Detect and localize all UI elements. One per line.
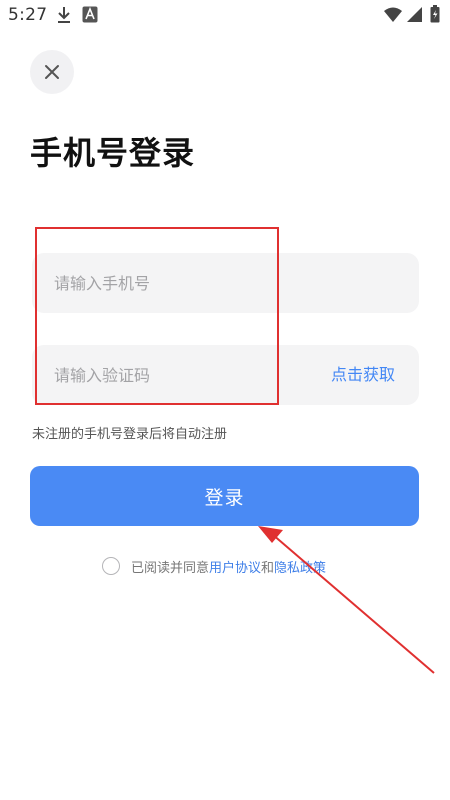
app-notification-icon xyxy=(82,6,98,27)
agreement-and: 和 xyxy=(261,560,275,576)
wifi-icon xyxy=(384,7,402,26)
user-agreement-link[interactable]: 用户协议 xyxy=(209,557,261,576)
agreement-prefix: 已阅读并同意 xyxy=(131,560,210,576)
close-icon xyxy=(44,64,60,80)
privacy-policy-link[interactable]: 隐私政策 xyxy=(274,557,326,576)
signal-icon xyxy=(407,7,422,26)
auto-register-hint: 未注册的手机号登录后将自动注册 xyxy=(32,427,228,442)
get-code-button[interactable]: 点击获取 xyxy=(331,345,395,405)
verification-code-input[interactable] xyxy=(54,345,284,405)
login-button[interactable]: 登录 xyxy=(30,466,419,526)
download-icon xyxy=(57,6,71,28)
verification-code-field: 点击获取 xyxy=(32,345,419,405)
battery-icon xyxy=(430,5,440,27)
login-button-label: 登录 xyxy=(204,486,245,509)
close-button[interactable] xyxy=(30,50,74,94)
page-title: 手机号登录 xyxy=(30,134,196,172)
phone-field xyxy=(32,253,419,313)
phone-input[interactable] xyxy=(54,253,394,313)
agreement-row: 已阅读并同意 用户协议 和 隐私政策 xyxy=(102,555,326,577)
status-bar: 5:27 xyxy=(0,0,450,32)
status-time: 5:27 xyxy=(8,5,48,25)
agreement-checkbox[interactable] xyxy=(102,557,120,575)
